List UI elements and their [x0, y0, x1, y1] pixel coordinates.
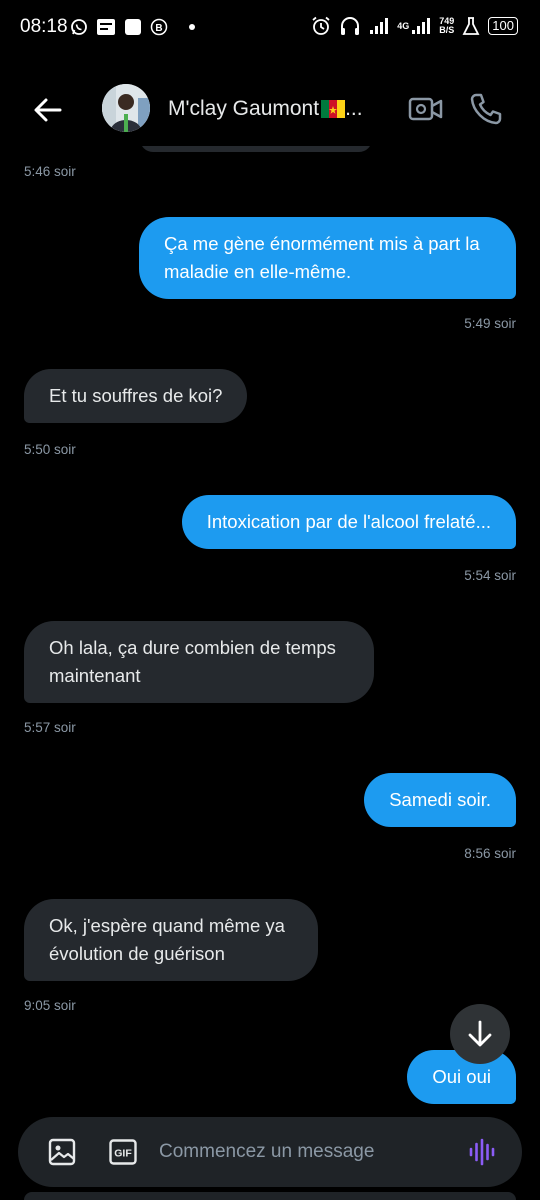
message-timestamp: 5:50 soir — [24, 442, 76, 457]
message-bubble-incoming[interactable]: Ok, j'espère quand même ya évolution de … — [24, 899, 318, 981]
battery-indicator: 100 — [488, 17, 518, 35]
notification-icon — [97, 19, 115, 35]
voice-message-icon[interactable] — [468, 1138, 496, 1166]
signal-icon — [370, 18, 389, 34]
avatar[interactable] — [102, 84, 150, 132]
cameroon-flag-icon — [321, 100, 346, 118]
chat-header: M'clay Gaumont... — [0, 70, 540, 146]
message-timestamp: 8:56 soir — [464, 846, 516, 861]
scroll-to-bottom-button[interactable] — [450, 1004, 510, 1064]
gif-icon[interactable]: GIF — [109, 1139, 137, 1165]
phone-icon[interactable] — [468, 91, 504, 127]
net-speed: 749 B/S — [439, 16, 455, 35]
headset-icon — [341, 17, 360, 35]
b-icon: B — [150, 18, 168, 36]
image-icon[interactable] — [48, 1138, 76, 1166]
whatsapp-icon — [71, 19, 87, 35]
arrow-left-icon[interactable] — [32, 94, 64, 126]
message-input[interactable]: Commencez un message — [159, 1141, 374, 1163]
lab-icon — [462, 17, 480, 35]
avatar-image — [102, 84, 150, 132]
contact-name[interactable]: M'clay Gaumont... — [168, 97, 363, 121]
message-list[interactable]: 5:46 soir Ça me gène énormément mis à pa… — [0, 146, 540, 1104]
signal-4g-icon — [412, 18, 431, 34]
message-bubble-outgoing[interactable]: Ça me gène énormément mis à part la mala… — [139, 217, 516, 299]
gif-label: GIF — [114, 1148, 132, 1160]
message-timestamp: 5:49 soir — [464, 316, 516, 331]
message-bubble-incoming[interactable]: Oh lala, ça dure combien de temps mainte… — [24, 621, 374, 703]
network-type: 4G — [397, 20, 410, 31]
video-call-icon[interactable] — [408, 94, 444, 124]
message-composer: GIF Commencez un message — [18, 1117, 522, 1187]
message-timestamp: 9:05 soir — [24, 998, 76, 1013]
message-timestamp: 5:57 soir — [24, 720, 76, 735]
dot-icon — [189, 24, 195, 30]
message-timestamp: 5:46 soir — [24, 164, 76, 179]
status-bar: 08:18 B 4G 749 B/S 100 — [0, 0, 540, 58]
message-bubble-outgoing[interactable]: Intoxication par de l'alcool frelaté... — [181, 495, 516, 549]
alarm-icon — [312, 16, 330, 35]
message-bubble-incoming[interactable]: Et tu souffres de koi? — [24, 369, 248, 423]
arrow-down-icon — [468, 1020, 492, 1047]
message-timestamp: 5:54 soir — [464, 568, 516, 583]
bottom-panel — [24, 1192, 516, 1200]
message-bubble-incoming[interactable] — [140, 146, 372, 152]
svg-text:B: B — [155, 23, 162, 34]
message-bubble-outgoing[interactable]: Samedi soir. — [364, 773, 516, 827]
square-icon — [125, 19, 141, 35]
status-time: 08:18 — [20, 16, 68, 37]
